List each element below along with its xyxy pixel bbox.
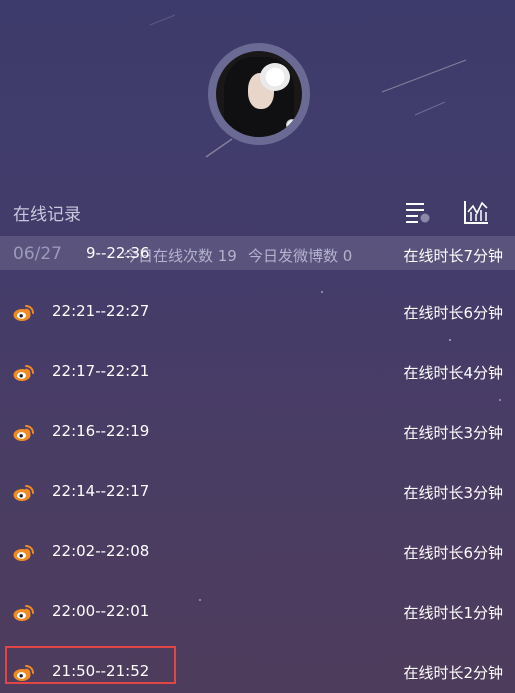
avatar-photo [216,51,302,137]
avatar[interactable] [208,43,310,145]
summary-time-range: 9--22:36 [86,244,150,262]
record-time: 22:14--22:17 [52,482,150,500]
record-row[interactable]: 22:16--22:19 在线时长3分钟 [0,412,515,452]
section-title: 在线记录 [13,205,81,225]
chart-icon[interactable] [462,198,490,226]
record-duration: 在线时长4分钟 [403,364,503,382]
record-time: 22:02--22:08 [52,542,150,560]
record-row[interactable]: 22:00--22:01 在线时长1分钟 [0,592,515,632]
record-duration: 在线时长6分钟 [403,544,503,562]
summary-bar: 06/27 今日在线次数 19 9--22:36 今日发微博数 0 在线时长7分… [0,236,515,270]
weibo-icon [13,305,34,321]
record-row[interactable]: 22:17--22:21 在线时长4分钟 [0,352,515,392]
weibo-icon [13,485,34,501]
weibo-count: 今日发微博数 0 [248,247,353,265]
weibo-icon [13,365,34,381]
record-row[interactable]: 22:21--22:27 在线时长6分钟 [0,292,515,332]
weibo-icon [13,605,34,621]
record-time: 22:21--22:27 [52,302,150,320]
summary-date: 06/27 [13,244,62,264]
record-time: 22:00--22:01 [52,602,150,620]
record-duration: 在线时长3分钟 [403,484,503,502]
record-duration: 在线时长3分钟 [403,424,503,442]
summary-duration: 在线时长7分钟 [403,247,503,265]
record-time: 22:16--22:19 [52,422,150,440]
weibo-icon [13,545,34,561]
record-row[interactable]: 22:02--22:08 在线时长6分钟 [0,532,515,572]
record-duration: 在线时长1分钟 [403,604,503,622]
record-time: 22:17--22:21 [52,362,150,380]
status-dot [286,119,298,131]
record-row[interactable]: 22:14--22:17 在线时长3分钟 [0,472,515,512]
highlight-box [5,646,176,684]
filter-icon[interactable] [403,198,431,226]
record-duration: 在线时长6分钟 [403,304,503,322]
record-duration: 在线时长2分钟 [403,664,503,682]
weibo-icon [13,425,34,441]
